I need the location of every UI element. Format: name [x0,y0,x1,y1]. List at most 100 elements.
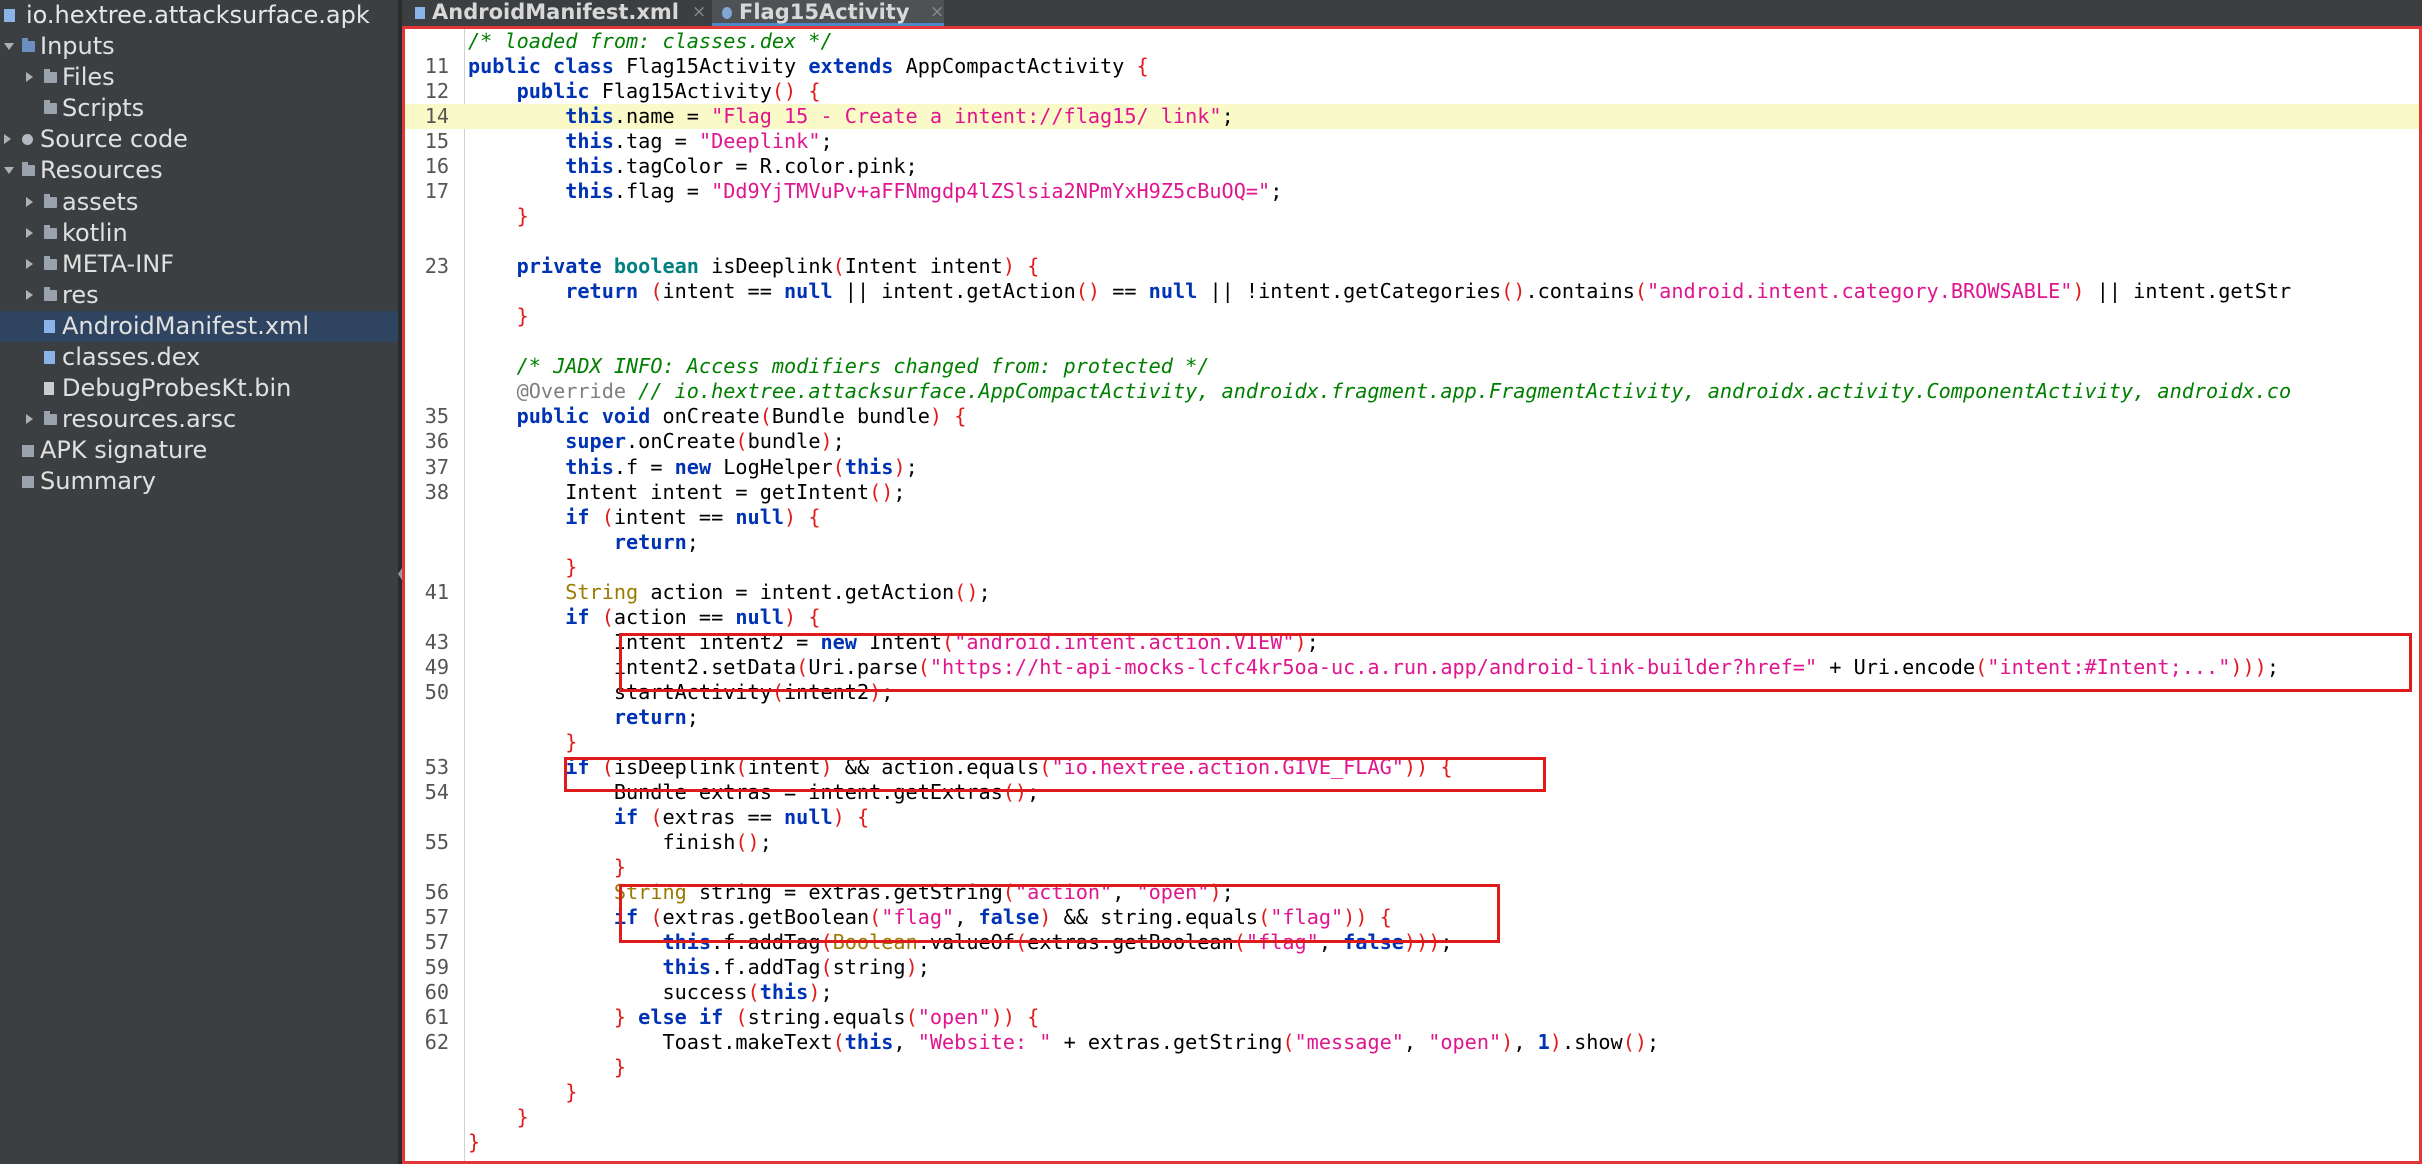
code-line[interactable]: } [405,730,2419,755]
tree-item-inputs[interactable]: Inputs [0,31,398,62]
tree-item-res[interactable]: res [0,280,398,311]
tree-item-assets[interactable]: assets [0,187,398,218]
code-line[interactable]: } [405,204,2419,229]
close-tab-icon[interactable]: × [692,0,706,24]
tree-item-source-code[interactable]: Source code [0,124,398,155]
chevron-right-icon[interactable] [4,134,11,145]
tree-item-meta-inf[interactable]: META-INF [0,249,398,280]
tree-root-apk[interactable]: io.hextree.attacksurface.apk [0,0,398,30]
code-line[interactable]: 59 this.f.addTag(string); [405,955,2419,980]
code-line[interactable]: /* JADX INFO: Access modifiers changed f… [405,354,2419,379]
tree-item-label: kotlin [62,218,128,247]
line-number: 43 [424,629,449,654]
code-line[interactable]: 11 public class Flag15Activity extends Ap… [405,54,2419,79]
code-token: () [1075,279,1101,304]
code-line[interactable]: 36 super.onCreate(bundle); [405,429,2419,454]
code-line[interactable]: return; [405,530,2419,555]
code-token: ) [1039,905,1052,930]
code-line[interactable]: /* loaded from: classes.dex */ [405,29,2419,54]
code-line[interactable] [405,229,2419,254]
code-line[interactable]: 57 if (extras.getBoolean("flag", false) … [405,905,2419,930]
tree-item-summary[interactable]: Summary [0,466,398,497]
code-line[interactable]: 62 Toast.makeText(this, "Website: " + ex… [405,1030,2419,1055]
code-token: "https://ht-api-mocks-lcfc4kr5oa-uc.a.ru… [929,654,1818,679]
code-line[interactable] [405,329,2419,354]
chevron-right-icon[interactable] [26,258,33,269]
code-line[interactable]: 50 startActivity(intent2); [405,679,2419,705]
code-line[interactable]: 61 } else if (string.equals("open")) { [405,1005,2419,1030]
code-line[interactable]: 43 Intent intent2 = new Intent("android.… [405,629,2419,655]
tree-item-apk-signature[interactable]: APK signature [0,435,398,466]
code-line[interactable]: } [405,1080,2419,1105]
code-line[interactable]: 16 this.tagColor = R.color.pink; [405,154,2419,179]
code-line[interactable]: 35 public void onCreate(Bundle bundle) { [405,404,2419,429]
chevron-right-icon[interactable] [26,289,33,300]
code-editor[interactable]: /* loaded from: classes.dex */ 11 public c… [402,26,2422,1164]
code-line[interactable]: 38 Intent intent = getIntent(); [405,479,2419,505]
code-line[interactable]: 55 finish(); [405,830,2419,855]
chevron-right-icon[interactable] [26,196,33,207]
tab-androidmanifest[interactable]: AndroidManifest.xml × [402,0,706,26]
chevron-right-icon[interactable] [26,227,33,238]
code-line[interactable]: return (intent == null || intent.getActi… [405,279,2419,304]
code-line[interactable]: if (intent == null) { [405,505,2419,530]
code-token: string [832,955,906,980]
code-line[interactable]: if (action == null) { [405,604,2419,630]
code-line[interactable]: 57 this.f.addTag(Boolean.valueOf(extras.… [405,930,2419,955]
line-number: 50 [424,679,449,704]
code-text: /* loaded from: classes.dex */ [468,29,833,54]
tree-item-kotlin[interactable]: kotlin [0,218,398,249]
code-line[interactable]: } [405,1055,2419,1080]
code-token: new [820,629,870,654]
code-line[interactable]: } [405,555,2419,580]
code-line[interactable]: 37 this.f = new LogHelper(this); [405,455,2419,480]
code-token: ( [1039,754,1052,779]
chevron-right-icon[interactable] [26,414,33,425]
code-line[interactable]: 12 public Flag15Activity() { [405,79,2419,104]
code-token: "Flag 15 - Create a intent://flag15/ lin… [711,104,1222,129]
code-line[interactable]: } [405,855,2419,880]
code-line[interactable]: 14 this.name = "Flag 15 - Create a inten… [405,104,2419,130]
code-line[interactable]: 60 success(this); [405,980,2419,1005]
line-number: 62 [424,1030,449,1055]
code-line[interactable]: if (extras == null) { [405,804,2419,830]
close-tab-icon[interactable]: × [930,0,944,24]
code-line[interactable]: 15 this.tag = "Deeplink"; [405,129,2419,154]
code-line[interactable]: 23 private boolean isDeeplink(Intent int… [405,254,2419,279]
tree-item-resources[interactable]: Resources [0,155,398,186]
code-token: ) { [784,604,821,629]
tree-item-resources-arsc[interactable]: resources.arsc [0,404,398,435]
code-line[interactable]: 54 Bundle extras = intent.getExtras(); [405,780,2419,805]
apk-icon [4,9,15,22]
code-line[interactable]: 56 String string = extras.getString("act… [405,880,2419,905]
tree-item-files[interactable]: Files [0,62,398,93]
code-token: if [613,804,651,829]
tree-item-label: APK signature [40,436,208,465]
chevron-right-icon[interactable] [26,72,33,83]
code-line[interactable]: } [405,304,2419,329]
chevron-down-icon[interactable] [4,43,14,50]
code-line[interactable]: 53 if (isDeeplink(intent) && action.equa… [405,754,2419,780]
code-token: ( [832,254,845,279]
code-text: this.f.addTag(Boolean.valueOf(extras.get… [468,930,1452,955]
code-line[interactable]: } [405,1105,2419,1130]
line-number: 38 [424,479,449,504]
line-number: 56 [424,880,449,905]
code-line[interactable]: return; [405,705,2419,730]
code-line[interactable]: 49 intent2.setData(Uri.parse("https://ht… [405,654,2419,680]
tab-flag15activity[interactable]: Flag15Activity × [712,0,944,26]
code-line[interactable]: 17 this.flag = "Dd9YjTMVuPv+aFFNmgdp4lZS… [405,179,2419,204]
code-token: ; [820,129,833,154]
code-token: Intent intent2 = [468,629,821,654]
code-line[interactable]: @Override // io.hextree.attacksurface.Ap… [405,379,2419,404]
code-line[interactable]: } [405,1130,2419,1155]
tree-item-scripts[interactable]: Scripts [0,93,398,124]
tree-item-classes-dex[interactable]: classes.dex [0,342,398,373]
code-line[interactable]: 41 String action = intent.getAction(); [405,580,2419,605]
tree-item-androidmanifest-xml[interactable]: AndroidManifest.xml [0,310,398,342]
chevron-down-icon[interactable] [4,167,14,175]
tree-item-debugprobeskt-bin[interactable]: DebugProbesKt.bin [0,373,398,404]
code-token: .onCreate [626,429,736,454]
